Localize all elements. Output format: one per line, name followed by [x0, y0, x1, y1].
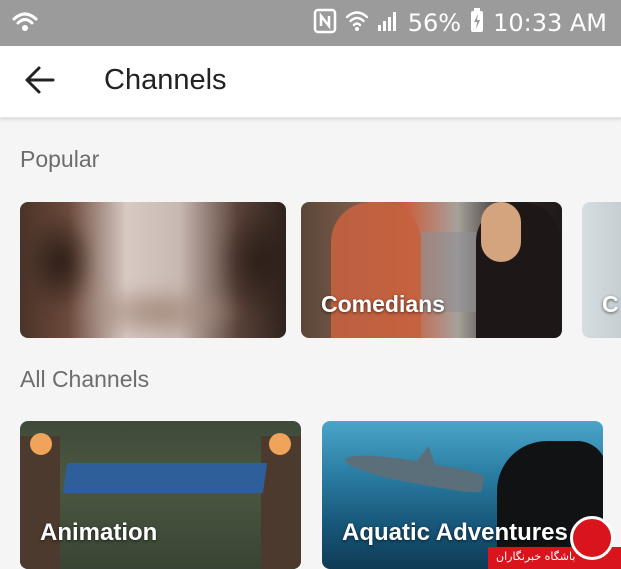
card-thumbnail [20, 202, 286, 338]
battery-charging-icon [470, 7, 484, 39]
section-title-all-channels: All Channels [20, 366, 150, 392]
nfc-icon [313, 8, 337, 39]
arrow-left-icon [23, 63, 57, 102]
watermark-circle-icon [570, 516, 614, 560]
status-right: 56% 10:33 AM [313, 7, 607, 39]
channel-card-animation[interactable]: Animation [20, 421, 301, 569]
channel-card-popular-1[interactable] [20, 202, 286, 338]
channel-card-comedians[interactable]: Comedians [301, 202, 562, 338]
back-button[interactable] [16, 58, 64, 106]
card-label: Animation [40, 519, 158, 546]
card-label: Comedians [321, 291, 445, 317]
battery-percentage: 56% [407, 9, 462, 37]
status-bar: 56% 10:33 AM [0, 0, 621, 46]
watermark-logo: باشگاه خبرنگاران [488, 516, 621, 569]
channel-card-popular-3[interactable]: C [582, 202, 621, 338]
wifi-icon [345, 9, 368, 38]
card-thumbnail-shark [343, 449, 485, 495]
card-thumbnail-gate-post [20, 436, 60, 569]
app-bar: Channels [0, 46, 621, 118]
card-label: C [602, 291, 619, 317]
card-thumbnail-person-hair [481, 202, 521, 262]
clock: 10:33 AM [493, 9, 607, 37]
section-title-popular: Popular [20, 146, 100, 172]
page-title: Channels [104, 64, 227, 96]
card-thumbnail-gate-post [261, 436, 301, 569]
signal-icon [377, 9, 399, 38]
card-thumbnail-sign [62, 463, 268, 493]
card-thumbnail-torch [269, 433, 291, 455]
card-thumbnail-torch [30, 433, 52, 455]
watermark-text: باشگاه خبرنگاران [496, 550, 576, 563]
wifi-calling-icon [12, 10, 38, 41]
